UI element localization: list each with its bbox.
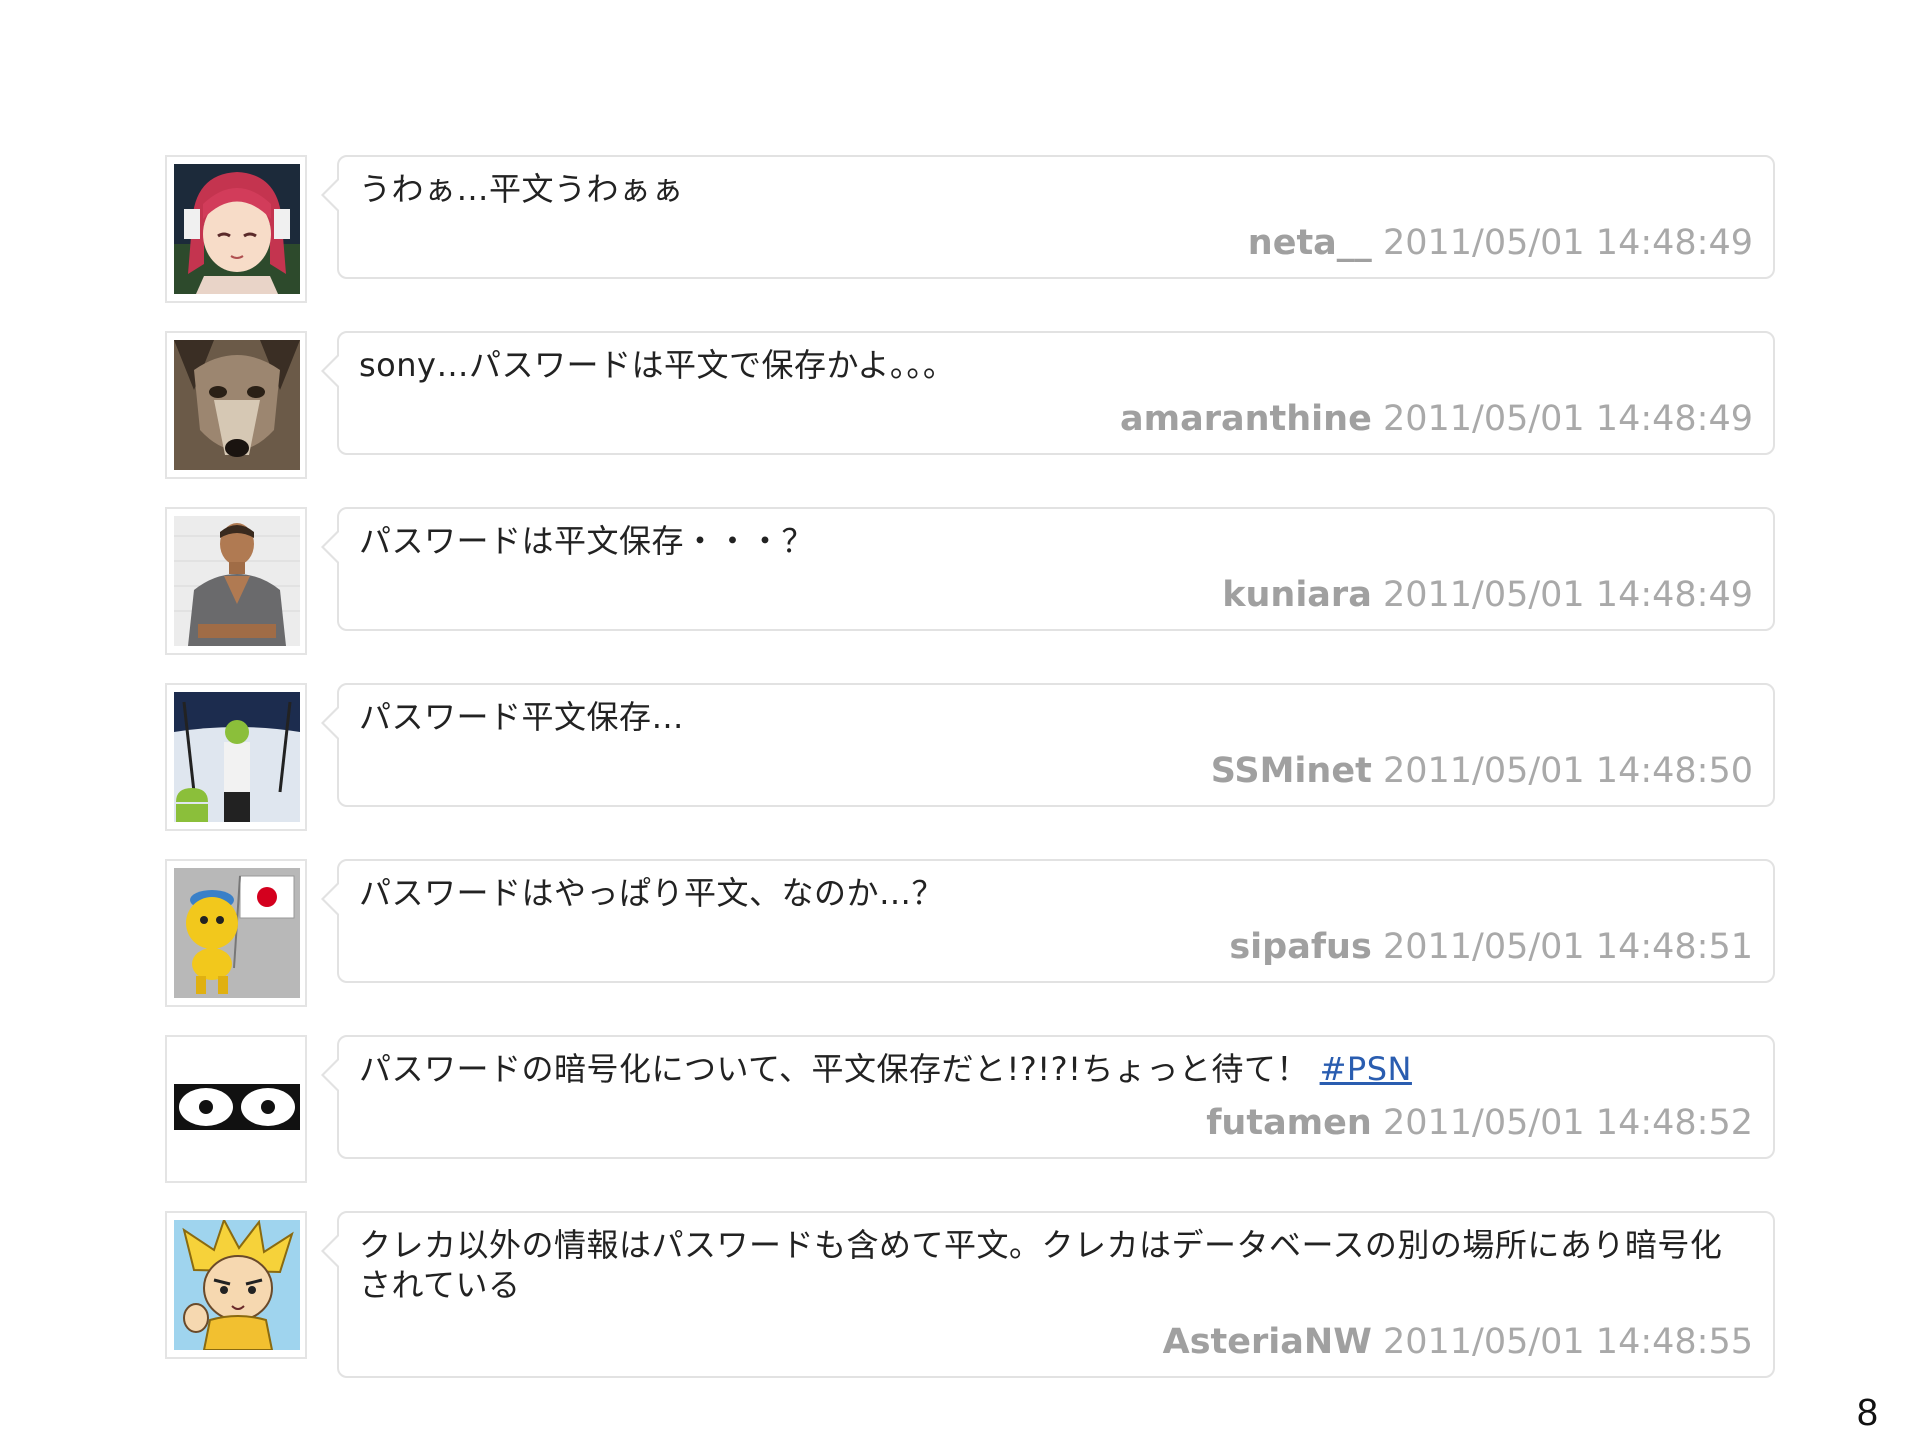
tweet-text: パスワードの暗号化について、平文保存だと!?!?!ちょっと待て！ xyxy=(359,1050,1309,1088)
tweet-timestamp[interactable]: 2011/05/01 14:48:49 xyxy=(1383,399,1753,439)
tweet-timestamp[interactable]: 2011/05/01 14:48:51 xyxy=(1383,927,1753,967)
tweet-item: パスワード平文保存… SSMinet 2011/05/01 14:48:50 xyxy=(165,683,1775,859)
android-figure-avatar-icon xyxy=(174,692,300,822)
tweet-meta: sipafus 2011/05/01 14:48:51 xyxy=(1229,927,1753,967)
man-photo-avatar-icon xyxy=(174,516,300,646)
anime-girl-avatar-icon xyxy=(174,164,300,294)
tweet-username[interactable]: SSMinet xyxy=(1211,751,1372,791)
tweet-timestamp[interactable]: 2011/05/01 14:48:55 xyxy=(1383,1322,1753,1362)
tweet-bubble: パスワード平文保存… SSMinet 2011/05/01 14:48:50 xyxy=(321,683,1775,807)
avatar[interactable] xyxy=(165,1211,307,1359)
tweet-item: クレカ以外の情報はパスワードも含めて平文。クレカはデータベースの別の場所にあり暗… xyxy=(165,1211,1775,1387)
tweet-bubble: クレカ以外の情報はパスワードも含めて平文。クレカはデータベースの別の場所にあり暗… xyxy=(321,1211,1775,1378)
tweet-meta: neta__ 2011/05/01 14:48:49 xyxy=(1248,223,1753,263)
tweet-bubble: うわぁ…平文うわぁぁ neta__ 2011/05/01 14:48:49 xyxy=(321,155,1775,279)
wolf-avatar-icon xyxy=(174,340,300,470)
tweet-meta: kuniara 2011/05/01 14:48:49 xyxy=(1222,575,1753,615)
eyes-avatar-icon xyxy=(174,1044,300,1174)
tweet-meta: amaranthine 2011/05/01 14:48:49 xyxy=(1120,399,1753,439)
tweet-text: クレカ以外の情報はパスワードも含めて平文。クレカはデータベースの別の場所にあり暗… xyxy=(359,1226,1723,1304)
tweet-bubble: パスワードはやっぱり平文、なのか…？ sipafus 2011/05/01 14… xyxy=(321,859,1775,983)
tweet-meta: SSMinet 2011/05/01 14:48:50 xyxy=(1211,751,1753,791)
tweet-meta: AsteriaNW 2011/05/01 14:48:55 xyxy=(1163,1322,1753,1362)
page-number: 8 xyxy=(1856,1392,1878,1434)
tweet-text-container: パスワードの暗号化について、平文保存だと!?!?!ちょっと待て！ #PSN xyxy=(359,1049,1753,1089)
tweet-item: パスワードは平文保存・・・？ kuniara 2011/05/01 14:48:… xyxy=(165,507,1775,683)
tweet-bubble: パスワードは平文保存・・・？ kuniara 2011/05/01 14:48:… xyxy=(321,507,1775,631)
avatar[interactable] xyxy=(165,331,307,479)
tweet-timeline: うわぁ…平文うわぁぁ neta__ 2011/05/01 14:48:49 so… xyxy=(165,155,1775,1387)
avatar[interactable] xyxy=(165,1035,307,1183)
avatar[interactable] xyxy=(165,155,307,303)
avatar[interactable] xyxy=(165,859,307,1007)
yellow-mascot-flag-avatar-icon xyxy=(174,868,300,998)
tweet-text: うわぁ…平文うわぁぁ xyxy=(359,170,685,208)
tweet-item: うわぁ…平文うわぁぁ neta__ 2011/05/01 14:48:49 xyxy=(165,155,1775,331)
avatar[interactable] xyxy=(165,507,307,655)
tweet-username[interactable]: neta__ xyxy=(1248,223,1372,263)
hashtag-link[interactable]: #PSN xyxy=(1320,1050,1412,1088)
tweet-timestamp[interactable]: 2011/05/01 14:48:49 xyxy=(1383,223,1753,263)
tweet-timestamp[interactable]: 2011/05/01 14:48:52 xyxy=(1383,1103,1753,1143)
tweet-bubble: sony…パスワードは平文で保存かよ。。。 amaranthine 2011/0… xyxy=(321,331,1775,455)
tweet-timestamp[interactable]: 2011/05/01 14:48:49 xyxy=(1383,575,1753,615)
cartoon-blonde-avatar-icon xyxy=(174,1220,300,1350)
tweet-username[interactable]: futamen xyxy=(1206,1103,1372,1143)
tweet-item: パスワードはやっぱり平文、なのか…？ sipafus 2011/05/01 14… xyxy=(165,859,1775,1035)
tweet-text: パスワードはやっぱり平文、なのか…？ xyxy=(359,874,945,912)
tweet-bubble: パスワードの暗号化について、平文保存だと!?!?!ちょっと待て！ #PSN fu… xyxy=(321,1035,1775,1159)
avatar[interactable] xyxy=(165,683,307,831)
tweet-timestamp[interactable]: 2011/05/01 14:48:50 xyxy=(1383,751,1753,791)
tweet-text: sony…パスワードは平文で保存かよ。。。 xyxy=(359,346,956,384)
tweet-username[interactable]: kuniara xyxy=(1222,575,1372,615)
tweet-username[interactable]: AsteriaNW xyxy=(1163,1322,1372,1362)
tweet-text: パスワードは平文保存・・・？ xyxy=(359,522,815,560)
tweet-text: パスワード平文保存… xyxy=(359,698,685,736)
tweet-item: パスワードの暗号化について、平文保存だと!?!?!ちょっと待て！ #PSN fu… xyxy=(165,1035,1775,1211)
tweet-username[interactable]: sipafus xyxy=(1229,927,1371,967)
tweet-item: sony…パスワードは平文で保存かよ。。。 amaranthine 2011/0… xyxy=(165,331,1775,507)
tweet-username[interactable]: amaranthine xyxy=(1120,399,1372,439)
tweet-meta: futamen 2011/05/01 14:48:52 xyxy=(1206,1103,1753,1143)
